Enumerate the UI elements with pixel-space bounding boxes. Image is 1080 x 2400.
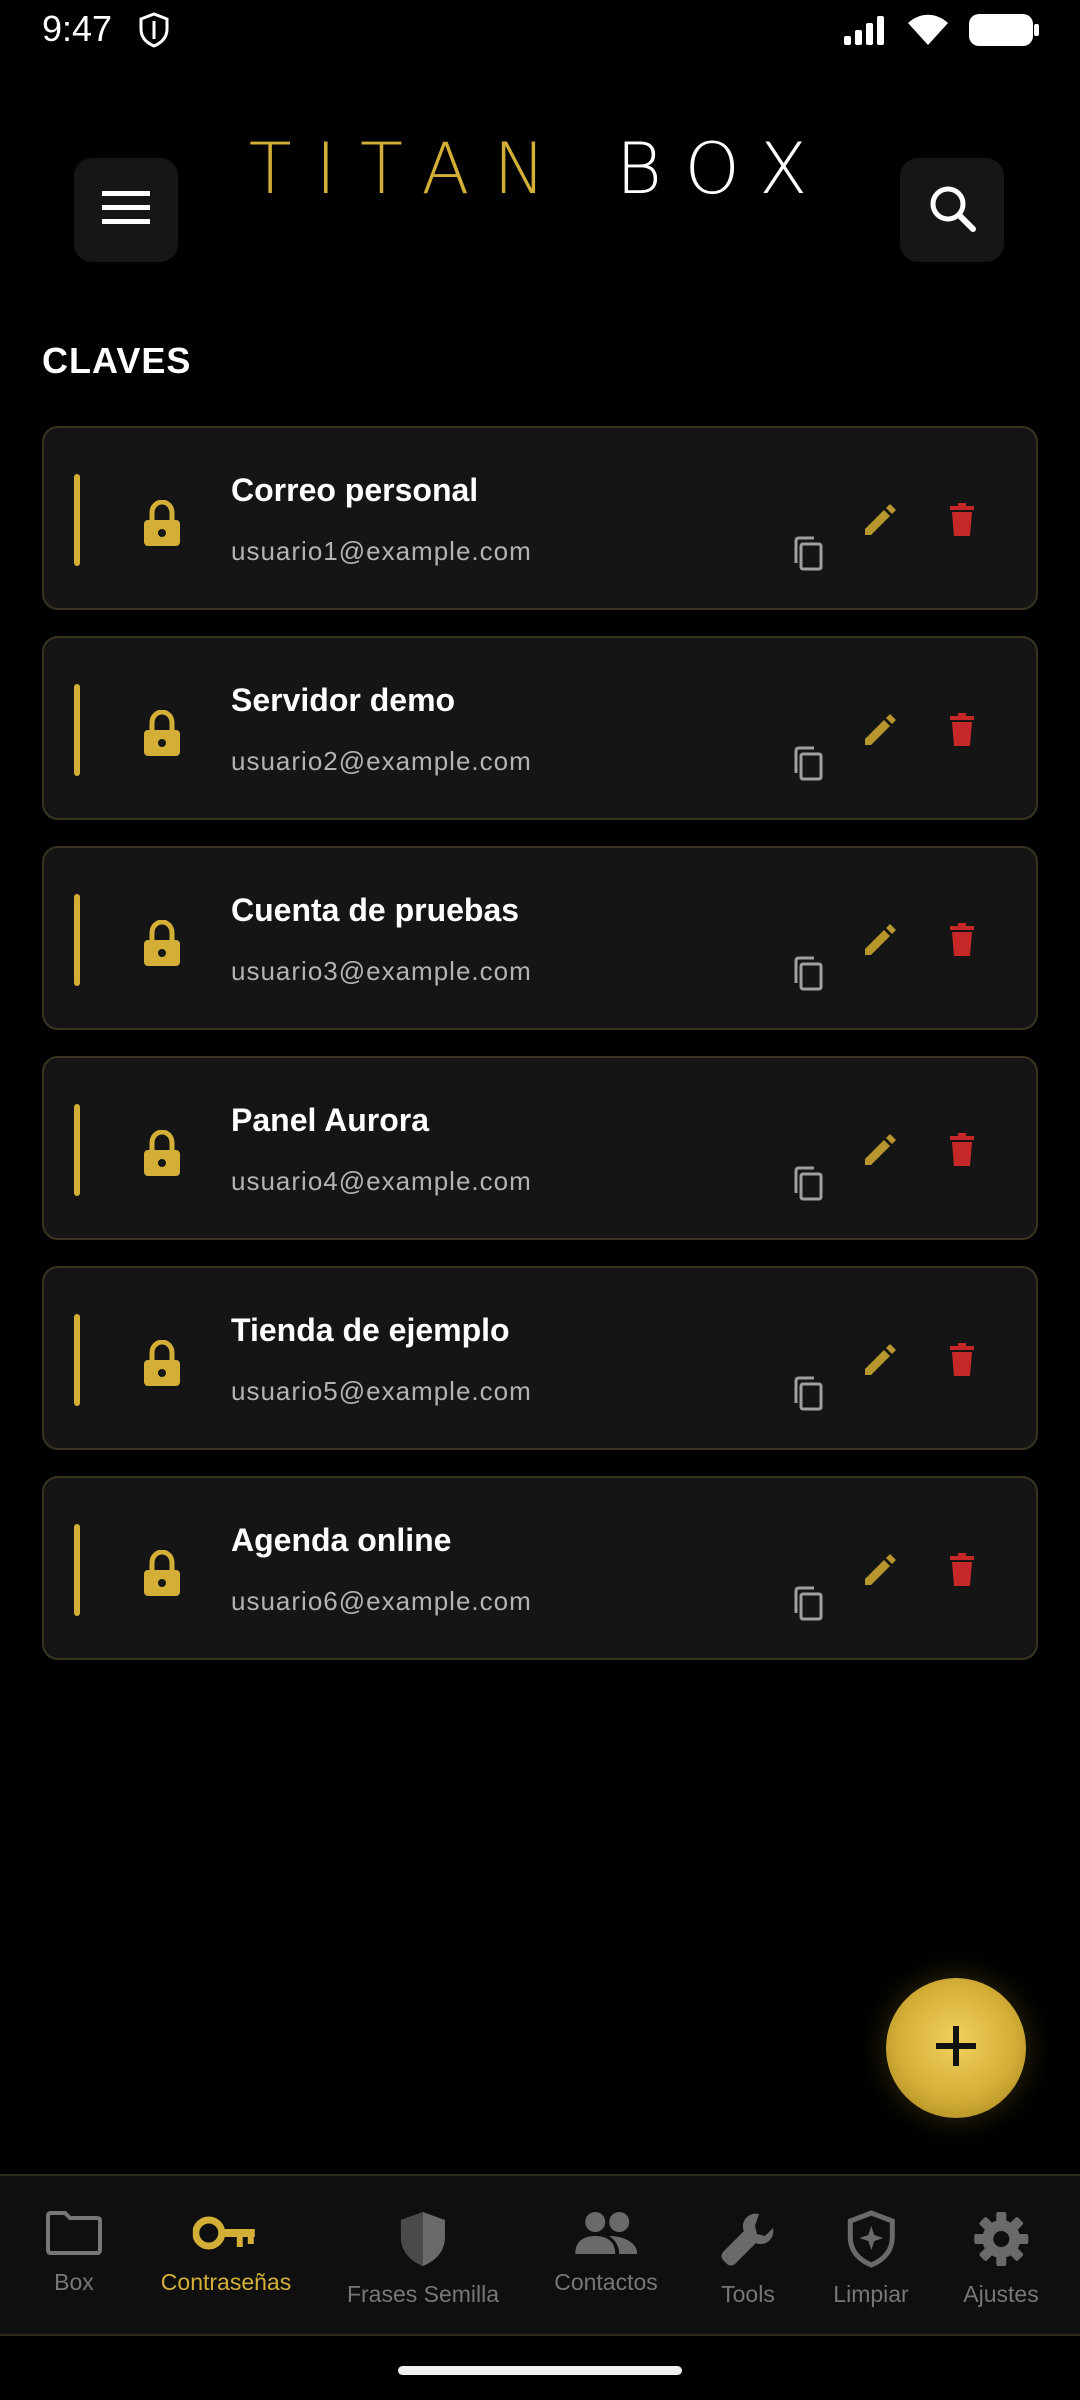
delete-icon[interactable] (948, 712, 976, 753)
nav-item-frases-semilla[interactable]: Frases Semilla (347, 2210, 499, 2308)
password-card[interactable]: Agenda online usuario6@example.com (42, 1476, 1038, 1660)
logo-box: BOX (616, 128, 832, 210)
copy-icon[interactable] (792, 1586, 824, 1627)
plus-icon (934, 2024, 978, 2073)
edit-icon[interactable] (862, 1342, 898, 1383)
wifi-icon (906, 13, 950, 52)
edit-icon[interactable] (862, 502, 898, 543)
password-card[interactable]: Correo personal usuario1@example.com (42, 426, 1038, 610)
entry-title: Tienda de ejemplo (231, 1312, 510, 1348)
nav-label: Limpiar (833, 2281, 909, 2307)
lock-icon (142, 1129, 182, 1183)
accent-bar (74, 1104, 80, 1196)
search-button[interactable] (900, 158, 1004, 262)
delete-icon[interactable] (948, 1552, 976, 1593)
delete-icon[interactable] (948, 1132, 976, 1173)
nav-item-contactos[interactable]: Contactos (554, 2210, 658, 2296)
gear-icon (972, 2210, 1030, 2273)
entry-email: usuario4@example.com (231, 1166, 532, 1196)
entry-email: usuario5@example.com (231, 1376, 532, 1406)
edit-icon[interactable] (862, 712, 898, 753)
copy-icon[interactable] (792, 746, 824, 787)
status-time: 9:47 (42, 8, 113, 49)
shield-sparkle-icon (846, 2210, 896, 2273)
nav-label: Contraseñas (160, 2269, 292, 2295)
wrench-icon (719, 2210, 777, 2273)
entry-email: usuario6@example.com (231, 1586, 532, 1616)
nav-label: Frases Semilla (346, 2281, 500, 2307)
search-icon (927, 183, 977, 238)
nav-label: Tools (721, 2281, 775, 2307)
section-title: CLAVES (42, 340, 192, 381)
key-icon (192, 2210, 259, 2261)
accent-bar (74, 684, 80, 776)
nav-item-ajustes[interactable]: Ajustes (963, 2210, 1039, 2308)
entry-title: Cuenta de pruebas (231, 892, 520, 928)
password-card[interactable]: Tienda de ejemplo usuario5@example.com (42, 1266, 1038, 1450)
accent-bar (74, 474, 80, 566)
nav-label: Contactos (554, 2269, 658, 2295)
entry-title: Agenda online (231, 1522, 452, 1558)
edit-icon[interactable] (862, 1132, 898, 1173)
copy-icon[interactable] (792, 956, 824, 997)
delete-icon[interactable] (948, 922, 976, 963)
accent-bar (74, 894, 80, 986)
entry-email: usuario3@example.com (231, 956, 532, 986)
password-card[interactable]: Servidor demo usuario2@example.com (42, 636, 1038, 820)
status-bar: 9:47 (0, 0, 1080, 64)
lock-icon (142, 919, 182, 973)
lock-icon (142, 1549, 182, 1603)
lock-icon (142, 1339, 182, 1393)
copy-icon[interactable] (792, 1166, 824, 1207)
accent-bar (74, 1524, 80, 1616)
nav-label: Box (54, 2269, 94, 2295)
edit-icon[interactable] (862, 1552, 898, 1593)
copy-icon[interactable] (792, 536, 824, 577)
people-icon (573, 2210, 639, 2261)
lock-icon (142, 709, 182, 763)
delete-icon[interactable] (948, 502, 976, 543)
signal-icon (842, 14, 888, 51)
password-card[interactable]: Panel Aurora usuario4@example.com (42, 1056, 1038, 1240)
entry-email: usuario2@example.com (231, 746, 532, 776)
folder-icon (45, 2210, 103, 2261)
entry-title: Servidor demo (231, 682, 456, 718)
nav-item-tools[interactable]: Tools (719, 2210, 777, 2308)
home-indicator[interactable] (398, 2366, 682, 2375)
shield-status-icon (138, 12, 170, 53)
status-indicators (842, 12, 1040, 53)
shield-icon (398, 2210, 448, 2273)
delete-icon[interactable] (948, 1342, 976, 1383)
entry-title: Correo personal (231, 472, 479, 508)
bottom-navigation: Box Contraseñas Frases Semilla Contactos… (0, 2174, 1080, 2336)
logo-titan: TITAN (248, 128, 570, 210)
entry-title: Panel Aurora (231, 1102, 429, 1138)
copy-icon[interactable] (792, 1376, 824, 1417)
entry-email: usuario1@example.com (231, 536, 532, 566)
password-card[interactable]: Cuenta de pruebas usuario3@example.com (42, 846, 1038, 1030)
password-list: Correo personal usuario1@example.com Ser… (42, 426, 1038, 1686)
nav-label: Ajustes (963, 2281, 1039, 2307)
lock-icon (142, 499, 182, 553)
edit-icon[interactable] (862, 922, 898, 963)
nav-item-box[interactable]: Box (45, 2210, 103, 2296)
add-entry-button[interactable] (886, 1978, 1026, 2118)
accent-bar (74, 1314, 80, 1406)
nav-item-contrasenas[interactable]: Contraseñas (161, 2210, 291, 2296)
nav-item-limpiar[interactable]: Limpiar (833, 2210, 909, 2308)
battery-icon (968, 12, 1040, 53)
